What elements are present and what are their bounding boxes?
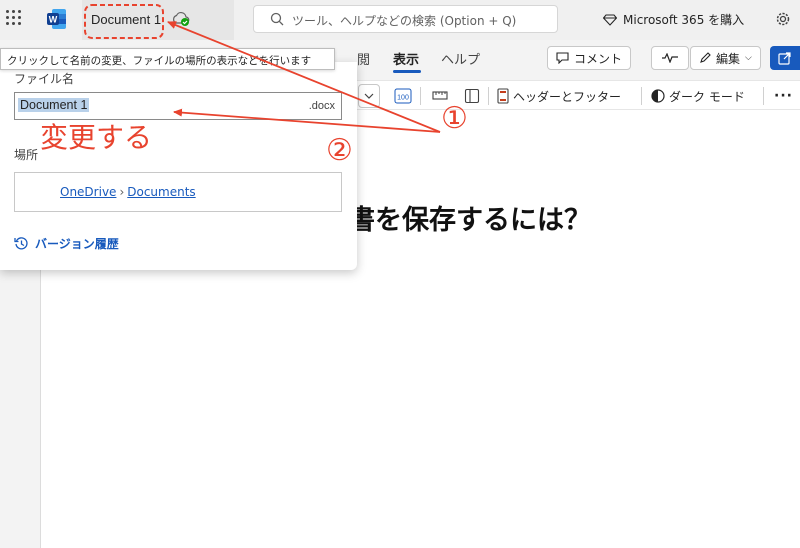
separator [420,87,421,105]
editing-mode-button[interactable]: 編集 ⌵ [690,46,761,70]
buy-microsoft-365-button[interactable]: Microsoft 365 を購入 [603,11,744,28]
gear-icon[interactable] [774,10,792,28]
tab-help[interactable]: ヘルプ [441,49,480,68]
document-name-button[interactable]: Document 1 [82,0,234,40]
edit-label: 編集 [716,51,741,66]
chevron-right-icon: › [119,185,125,199]
tab-review[interactable]: 閲 [357,49,370,68]
zoom-100-icon[interactable]: 100 [394,86,412,106]
share-button[interactable] [770,46,800,70]
diamond-icon [603,13,617,26]
activity-icon [662,53,678,63]
cloud-saved-icon [173,12,190,26]
search-box[interactable]: ツール、ヘルプなどの検索 (Option + Q) [253,5,558,33]
contrast-icon [651,89,665,103]
tab-view[interactable]: 表示 [393,49,419,68]
separator [763,87,764,105]
filename-label: ファイル名 [14,72,75,86]
comment-button[interactable]: コメント [547,46,632,70]
location-link-documents[interactable]: Documents [127,185,195,199]
dropdown-button[interactable] [358,84,380,108]
marker-1: ① [441,101,468,136]
dark-mode-label: ダーク モード [669,89,745,104]
marker-2: ② [326,133,353,168]
file-info-flyout: ファイル名 Document 1 .docx 場所 OneDrive › Docum… [0,62,357,270]
file-extension: .docx [308,100,335,112]
chevron-down-icon: ⌵ [745,53,752,63]
buy-label: Microsoft 365 を購入 [623,13,745,27]
location-box: OneDrive › Documents [14,172,342,212]
location-link-onedrive[interactable]: OneDrive [60,185,116,199]
comment-label: コメント [574,51,623,66]
title-bar: W Document 1 ツール、ヘルプなどの検索 (Option + Q) M… [0,0,800,40]
location-breadcrumb: OneDrive › Documents [60,185,196,199]
headers-footers-label: ヘッダーとフッター [513,89,622,104]
chevron-down-icon [364,93,374,99]
app-launcher-icon[interactable] [6,10,22,26]
document-heading: 書を保存するには？ [348,205,591,236]
more-options-icon[interactable]: ··· [774,86,793,106]
filename-value: Document 1 [18,98,90,112]
page-header-icon [497,88,509,104]
separator [641,87,642,105]
version-history-button[interactable]: バージョン履歴 [14,235,119,252]
comment-icon [556,52,569,64]
search-placeholder: ツール、ヘルプなどの検索 (Option + Q) [292,14,517,28]
dark-mode-button[interactable]: ダーク モード [651,86,745,106]
word-logo-icon[interactable]: W [47,8,67,30]
svg-text:100: 100 [397,95,409,102]
document-name-tooltip: クリックして名前の変更、ファイルの場所の表示などを行います [0,48,335,70]
version-history-label: バージョン履歴 [35,237,119,251]
active-tab-indicator [393,70,421,73]
share-icon [778,52,791,65]
catch-up-button[interactable] [651,46,689,70]
headers-footers-button[interactable]: ヘッダーとフッター [497,86,621,106]
svg-text:W: W [49,15,58,25]
location-label: 場所 [14,148,39,162]
history-icon [14,237,28,250]
change-note: 変更する [40,121,153,154]
search-icon [270,12,284,26]
pencil-icon [700,52,711,63]
document-name: Document 1 [91,12,162,27]
separator [488,87,489,105]
